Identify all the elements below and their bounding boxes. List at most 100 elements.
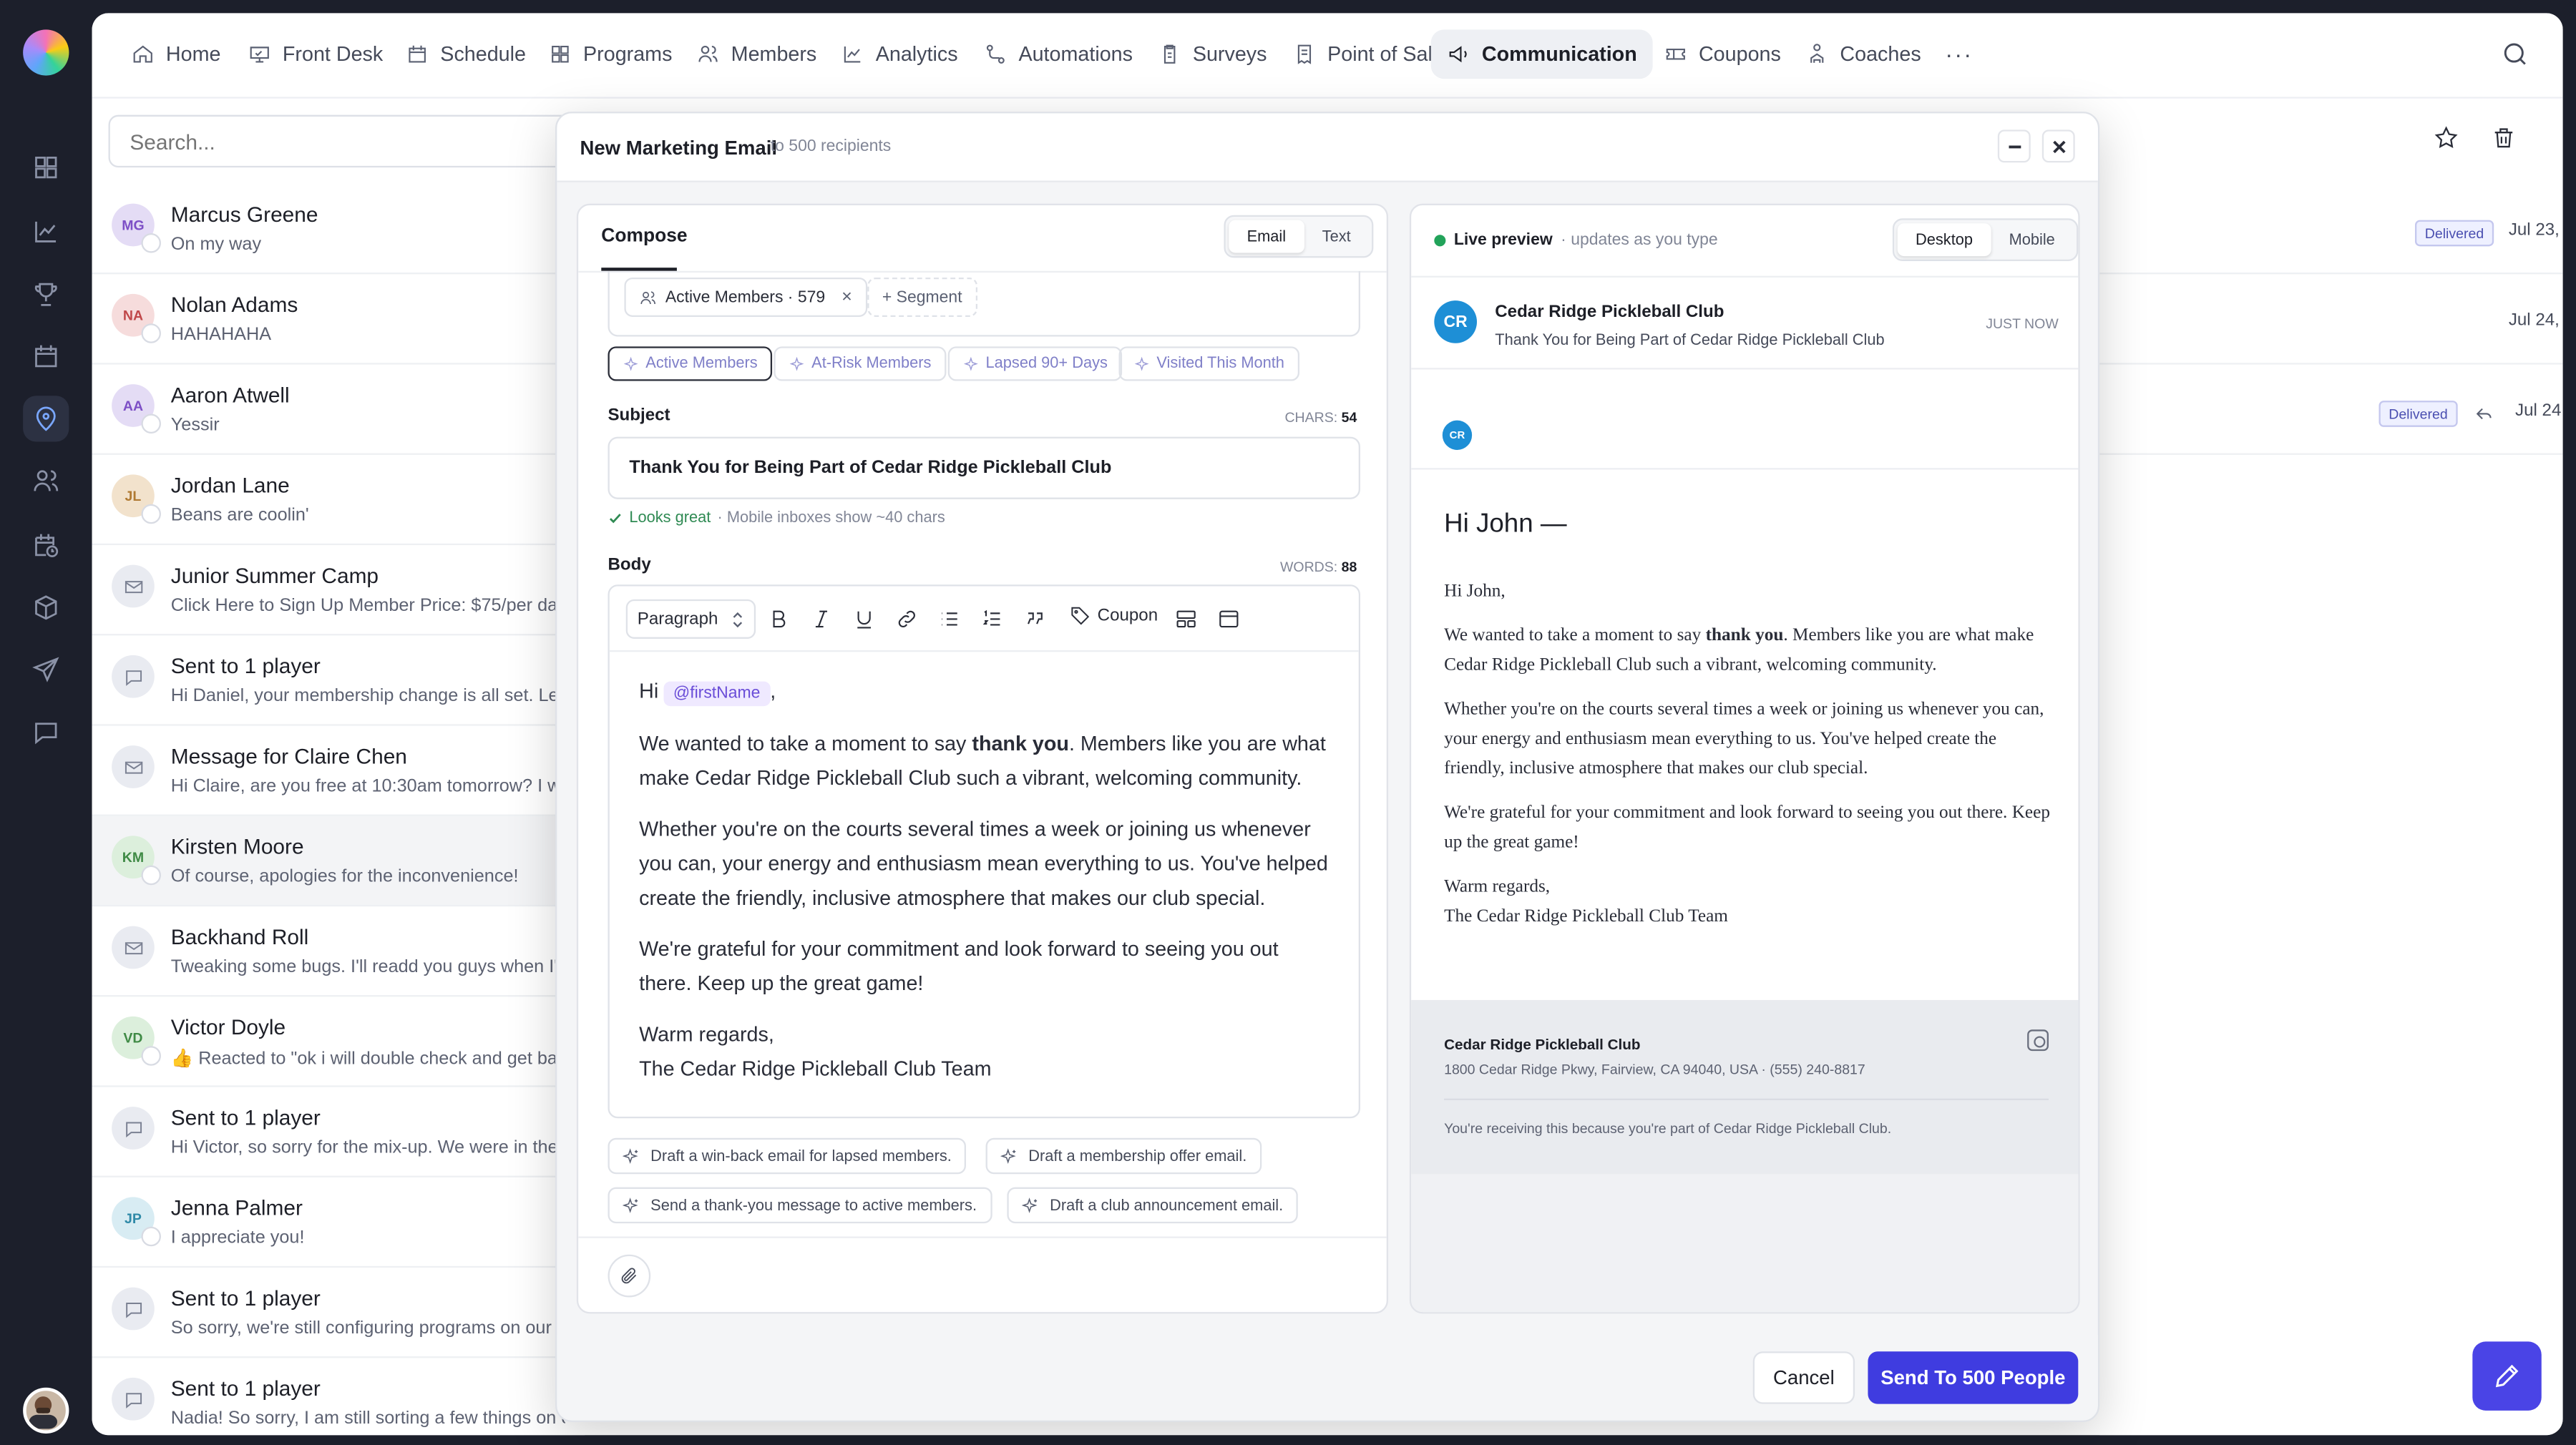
conversation-row[interactable]: NA Nolan Adams HAHAHAHA <box>92 274 585 365</box>
conversation-row[interactable]: VD Victor Doyle 👍 Reacted to "ok i will do… <box>92 996 585 1087</box>
conversation-row[interactable]: Message for Claire Chen Hi Claire, are yo… <box>92 726 585 816</box>
email-footer: Cedar Ridge Pickleball Club 1800 Cedar R… <box>1411 999 2079 1175</box>
close-button[interactable] <box>2041 129 2075 163</box>
template-icon[interactable] <box>1214 604 1244 634</box>
recipient-chip[interactable]: Active Members · 579 × <box>624 277 867 318</box>
conversation-row[interactable]: JL Jordan Lane Beans are coolin' <box>92 455 585 546</box>
ai-suggestion-chip[interactable]: Draft a club announcement email. <box>1007 1187 1298 1224</box>
segment-pill[interactable]: At-Risk Members <box>774 346 947 381</box>
ai-suggestion-chip[interactable]: Draft a membership offer email. <box>985 1137 1262 1175</box>
conversation-row[interactable]: Sent to 1 player Hi Daniel, your membersh… <box>92 635 585 726</box>
rail-send-icon[interactable] <box>23 647 69 692</box>
conversation-row[interactable]: Sent to 1 player So sorry, we're still co… <box>92 1268 585 1358</box>
message-history-pane: Delivered Jul 23, 11:33 PM Jul 24, 2:12 PM… <box>2099 98 2563 1436</box>
message-icon <box>125 1392 141 1408</box>
rail-chart-icon[interactable] <box>23 209 69 255</box>
message-row[interactable]: Jul 24, 2:12 PM <box>2099 274 2563 365</box>
conversation-row[interactable]: MG Marcus Greene On my way <box>92 184 585 275</box>
rail-users-icon[interactable] <box>23 458 69 504</box>
minimize-button[interactable] <box>1997 129 2031 163</box>
nav-communication[interactable]: Communication <box>1430 29 1654 79</box>
search-icon[interactable] <box>2500 39 2529 69</box>
rail-calendar-clock-icon[interactable] <box>23 522 69 568</box>
conversation-row[interactable]: JP Jenna Palmer I appreciate you! <box>92 1177 585 1268</box>
nav-front-desk[interactable]: Front Desk <box>232 29 400 79</box>
updown-chevron-icon <box>733 611 743 627</box>
nav-members[interactable]: Members <box>680 29 834 79</box>
preview-subject: Thank You for Being Part of Cedar Ridge … <box>1495 331 1885 350</box>
rail-trophy-icon[interactable] <box>23 271 69 317</box>
rail-message-icon[interactable] <box>23 710 69 755</box>
attachment-button[interactable] <box>608 1254 651 1298</box>
rail-box-icon[interactable] <box>23 584 69 630</box>
channel-email-option[interactable]: Email <box>1229 220 1304 253</box>
clipboard-icon <box>1163 44 1176 64</box>
nav-automations[interactable]: Automations <box>967 29 1149 79</box>
segment-pill[interactable]: Lapsed 90+ Days <box>947 346 1123 381</box>
recipients-field[interactable]: Active Members · 579 × + Segment <box>608 270 1361 337</box>
channel-text-option[interactable]: Text <box>1304 220 1369 253</box>
conversation-type-icon <box>112 564 155 608</box>
status-badge: Delivered <box>2379 401 2458 427</box>
trash-icon[interactable] <box>2491 124 2520 154</box>
more-menu-button[interactable]: ··· <box>1928 29 1989 79</box>
message-row[interactable]: Delivered Jul 24, 2:14 PM <box>2099 365 2563 455</box>
nav-surveys[interactable]: Surveys <box>1142 29 1284 79</box>
app-logo[interactable] <box>23 29 69 76</box>
link-icon[interactable] <box>892 604 922 634</box>
chat-badge-icon <box>141 413 161 434</box>
nav-coupons[interactable]: Coupons <box>1648 29 1797 79</box>
avatar: VD <box>112 1016 161 1066</box>
layout-block-icon[interactable] <box>1171 604 1201 634</box>
ai-suggestion-chip[interactable]: Send a thank-you message to active membe… <box>608 1187 992 1224</box>
numbered-list-icon[interactable] <box>977 604 1007 634</box>
email-card: CR Hi John — Hi John, We wanted to take … <box>1411 369 2079 1000</box>
segment-pill[interactable]: Visited This Month <box>1118 346 1299 381</box>
underline-icon[interactable] <box>849 604 879 634</box>
nav-programs[interactable]: Programs <box>532 29 689 79</box>
bold-icon[interactable] <box>764 604 794 634</box>
italic-icon[interactable] <box>806 604 836 634</box>
add-segment-button[interactable]: + Segment <box>867 277 977 318</box>
rail-calendar-icon[interactable] <box>23 333 69 379</box>
conversation-row[interactable]: AA Aaron Atwell Yessir <box>92 365 585 455</box>
conversation-search-input[interactable] <box>108 114 602 168</box>
send-button[interactable]: Send To 500 People <box>1868 1351 2079 1404</box>
paragraph-style-select[interactable]: Paragraph <box>625 599 756 639</box>
mobile-option[interactable]: Mobile <box>1991 223 2073 256</box>
calendar-icon <box>35 345 57 368</box>
footer-club-name: Cedar Ridge Pickleball Club <box>1444 1036 1641 1053</box>
nav-analytics[interactable]: Analytics <box>825 29 975 79</box>
conversation-row[interactable]: Backhand Roll Tweaking some bugs. I'll re… <box>92 906 585 997</box>
ai-suggestion-chip[interactable]: Draft a win-back email for lapsed member… <box>608 1137 967 1175</box>
segment-pill[interactable]: Active Members <box>608 346 773 381</box>
body-editor[interactable]: Paragraph Coupon Hi @firstName, We wanted… <box>608 584 1361 1119</box>
compose-fab-button[interactable] <box>2472 1341 2542 1411</box>
conversation-row[interactable]: Sent to 1 player Hi Victor, so sorry for … <box>92 1087 585 1177</box>
star-icon[interactable] <box>2433 124 2462 154</box>
live-status-dot <box>1434 235 1446 247</box>
bullet-list-icon[interactable] <box>935 604 964 634</box>
cancel-button[interactable]: Cancel <box>1752 1351 1855 1404</box>
rail-map-pin-icon[interactable] <box>23 396 69 442</box>
nav-coaches[interactable]: Coaches <box>1789 29 1937 79</box>
subject-input[interactable]: Thank You for Being Part of Cedar Ridge … <box>608 436 1361 499</box>
conversation-row[interactable]: KM Kirsten Moore Of course, apologies for … <box>92 815 585 907</box>
user-avatar[interactable] <box>23 1387 69 1434</box>
quote-icon[interactable] <box>1020 604 1050 634</box>
conversation-row[interactable]: Junior Summer Camp Click Here to Sign Up … <box>92 545 585 636</box>
remove-chip-icon[interactable]: × <box>841 288 852 308</box>
coupon-button[interactable]: Coupon <box>1070 604 1158 626</box>
nav-home[interactable]: Home <box>115 29 238 79</box>
reply-icon[interactable] <box>2474 404 2494 424</box>
rail-apps-icon[interactable] <box>23 144 69 190</box>
nav-schedule[interactable]: Schedule <box>389 29 542 79</box>
email-body-text[interactable]: Hi @firstName, We wanted to take a moment… <box>639 675 1335 1103</box>
conversation-row[interactable]: Sent to 1 player Nadia! So sorry, I am st… <box>92 1358 585 1435</box>
message-row[interactable]: Delivered Jul 23, 11:33 PM <box>2099 184 2563 275</box>
chart-icon <box>35 221 57 243</box>
tab-compose[interactable]: Compose <box>601 227 687 247</box>
instagram-icon[interactable] <box>2027 1029 2049 1052</box>
first-name-merge-tag[interactable]: @firstName <box>663 681 771 707</box>
desktop-option[interactable]: Desktop <box>1897 223 1991 257</box>
